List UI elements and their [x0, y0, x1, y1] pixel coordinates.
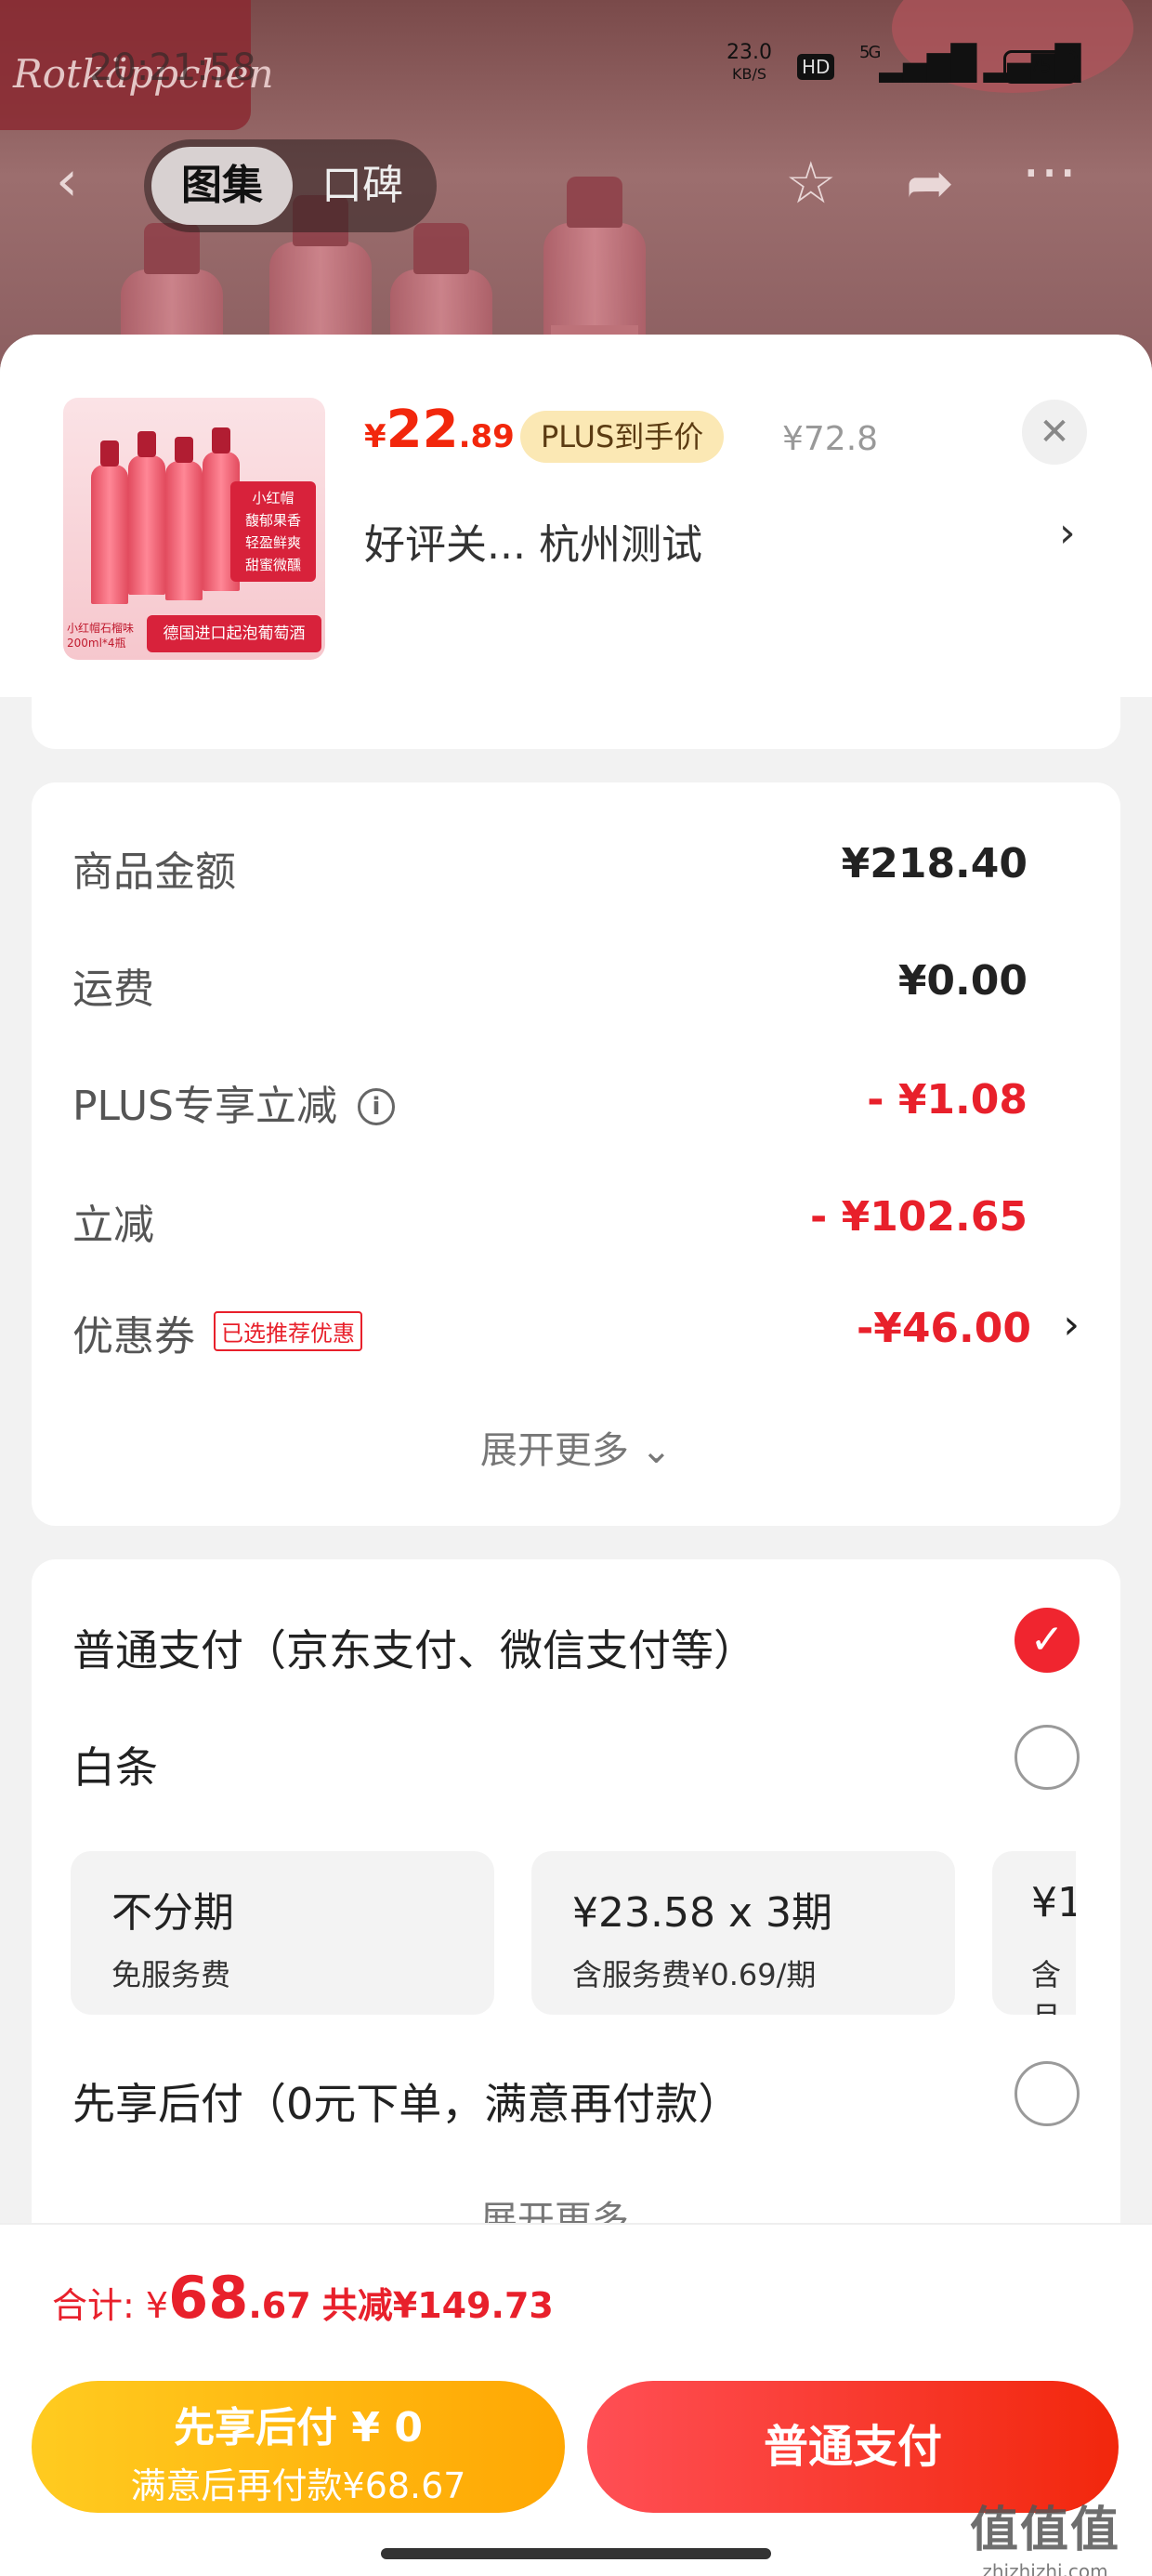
order-total-bar: 合计: ¥68.67 共减¥149.73	[0, 2223, 1152, 2366]
expand-more-button[interactable]: 展开更多 ⌄	[32, 1420, 1120, 1474]
installment-option[interactable]: 不分期 免服务费	[71, 1851, 494, 2015]
goods-amount-value: ¥218.40	[841, 840, 1028, 887]
installment-option[interactable]: ¥1 含月	[992, 1851, 1076, 2015]
price-decimal: .89	[458, 418, 515, 455]
installment-title: 不分期	[111, 1889, 234, 1937]
coupon-recommended-badge: 已选推荐优惠	[214, 1311, 362, 1351]
plus-discount-value: - ¥1.08	[867, 1076, 1028, 1124]
price-currency: ¥	[364, 418, 386, 455]
payment-method-card: 普通支付（京东支付、微信支付等） ✓ 白条 不分期 免服务费 ¥23.58 x …	[32, 1559, 1120, 2266]
network-speed-unit: KB/S	[731, 65, 766, 83]
gallery-tab-switcher: 图集 口碑	[144, 139, 437, 232]
network-speed: 23.0 KB/S	[727, 43, 772, 85]
watermark: 值值值 zhizhizhi.com	[948, 2491, 1143, 2576]
row-label-goods-amount: 商品金额	[72, 848, 236, 896]
chevron-right-icon[interactable]: ›	[1063, 1301, 1080, 1348]
thumb-bottle	[165, 437, 203, 600]
total-label: 合计: ¥	[52, 2285, 169, 2326]
product-gallery-image[interactable]: Rotkäppchen POMEGRANATE POMEGRANATE 20:2…	[0, 0, 1152, 390]
shipping-value: ¥0.00	[897, 957, 1028, 1005]
tab-reviews[interactable]: 口碑	[293, 147, 432, 225]
watermark-logo: 值值值	[969, 2503, 1120, 2558]
chevron-right-icon[interactable]: ›	[1059, 509, 1076, 557]
payment-option-standard[interactable]: 普通支付（京东支付、微信支付等）	[72, 1617, 756, 1678]
status-time: 20:21:58	[89, 46, 256, 89]
total-amount-decimal: .67	[248, 2285, 311, 2326]
total-amount-integer: 68	[168, 2264, 249, 2332]
home-indicator[interactable]	[381, 2548, 771, 2559]
share-icon[interactable]: ➦	[906, 149, 954, 217]
payment-option-baitiao[interactable]: 白条	[72, 1734, 158, 1795]
order-total: 合计: ¥68.67 共减¥149.73	[52, 2264, 554, 2332]
product-thumbnail[interactable]: 小红帽 馥郁果香 轻盈鲜爽 甜蜜微醺 小红帽石榴味 200ml*4瓶 德国进口起…	[63, 398, 325, 660]
network-type: 5G	[859, 43, 881, 62]
radio-unchecked-icon[interactable]	[1015, 2061, 1080, 2126]
hd-icon: HD	[797, 54, 835, 80]
radio-unchecked-icon[interactable]	[1015, 1725, 1080, 1790]
original-price: ¥72.8	[782, 420, 879, 458]
more-dots-icon[interactable]: ···	[1022, 139, 1077, 207]
tab-gallery[interactable]: 图集	[151, 147, 293, 225]
price-breakdown-card: 商品金额 ¥218.40 运费 ¥0.00 PLUS专享立减 i - ¥1.08 …	[32, 782, 1120, 1526]
plus-price-tag: PLUS到手价	[520, 411, 725, 463]
delivery-address[interactable]: 好评关... 杭州测试	[364, 511, 702, 571]
installment-fee: 含月	[1031, 1957, 1062, 2015]
installment-title: ¥23.58 x 3期	[572, 1889, 832, 1937]
total-savings: 共减¥149.73	[321, 2285, 554, 2326]
row-label-plus-discount: PLUS专享立减 i	[72, 1072, 395, 1132]
thumb-bottle	[91, 440, 128, 604]
battery-icon: 75	[1003, 50, 1078, 84]
thumb-origin-tag: 德国进口起泡葡萄酒	[147, 615, 321, 652]
address-card-bottom	[32, 697, 1120, 749]
product-summary: 小红帽 馥郁果香 轻盈鲜爽 甜蜜微醺 小红帽石榴味 200ml*4瓶 德国进口起…	[0, 335, 1152, 697]
network-speed-value: 23.0	[727, 41, 772, 64]
installment-fee: 免服务费	[111, 1957, 231, 1992]
info-icon[interactable]: i	[358, 1088, 395, 1125]
watermark-site: zhizhizhi.com	[982, 2560, 1108, 2576]
thumb-spec: 小红帽石榴味 200ml*4瓶	[67, 622, 135, 650]
installment-fee: 含服务费¥0.69/期	[572, 1957, 817, 1992]
pay-later-button[interactable]: 先享后付 ¥ 0 满意后再付款¥68.67	[32, 2381, 565, 2513]
thumb-bottle	[128, 431, 165, 595]
row-label-shipping: 运费	[72, 966, 154, 1013]
thumb-feature-tag: 小红帽 馥郁果香 轻盈鲜爽 甜蜜微醺	[230, 481, 316, 582]
status-bar: 20:21:58 23.0 KB/S HD 5G▂▄▆█ ▂▄▆█ 75	[0, 37, 1152, 93]
star-icon[interactable]: ☆	[785, 149, 837, 217]
coupon-value[interactable]: -¥46.00	[857, 1305, 1031, 1352]
check-circle-icon[interactable]: ✓	[1015, 1608, 1080, 1673]
installment-option[interactable]: ¥23.58 x 3期 含服务费¥0.69/期	[531, 1851, 955, 2015]
row-label-coupon[interactable]: 优惠券 已选推荐优惠	[72, 1303, 362, 1362]
close-button[interactable]: ✕	[1022, 400, 1087, 465]
payment-option-pay-later[interactable]: 先享后付（0元下单，满意再付款）	[72, 2070, 740, 2132]
plus-discount-label: PLUS专享立减	[72, 1083, 337, 1130]
installment-title: ¥1	[1031, 1879, 1076, 1926]
row-label-instant-discount: 立减	[72, 1202, 154, 1249]
pay-later-title: 先享后付 ¥ 0	[174, 2404, 423, 2451]
back-icon[interactable]: ‹	[56, 149, 78, 214]
product-price: ¥22.89	[364, 400, 515, 465]
pay-later-subtitle: 满意后再付款¥68.67	[130, 2465, 466, 2506]
coupon-label: 优惠券	[72, 1313, 195, 1360]
instant-discount-value: - ¥102.65	[810, 1193, 1028, 1241]
price-integer: 22	[386, 400, 459, 460]
